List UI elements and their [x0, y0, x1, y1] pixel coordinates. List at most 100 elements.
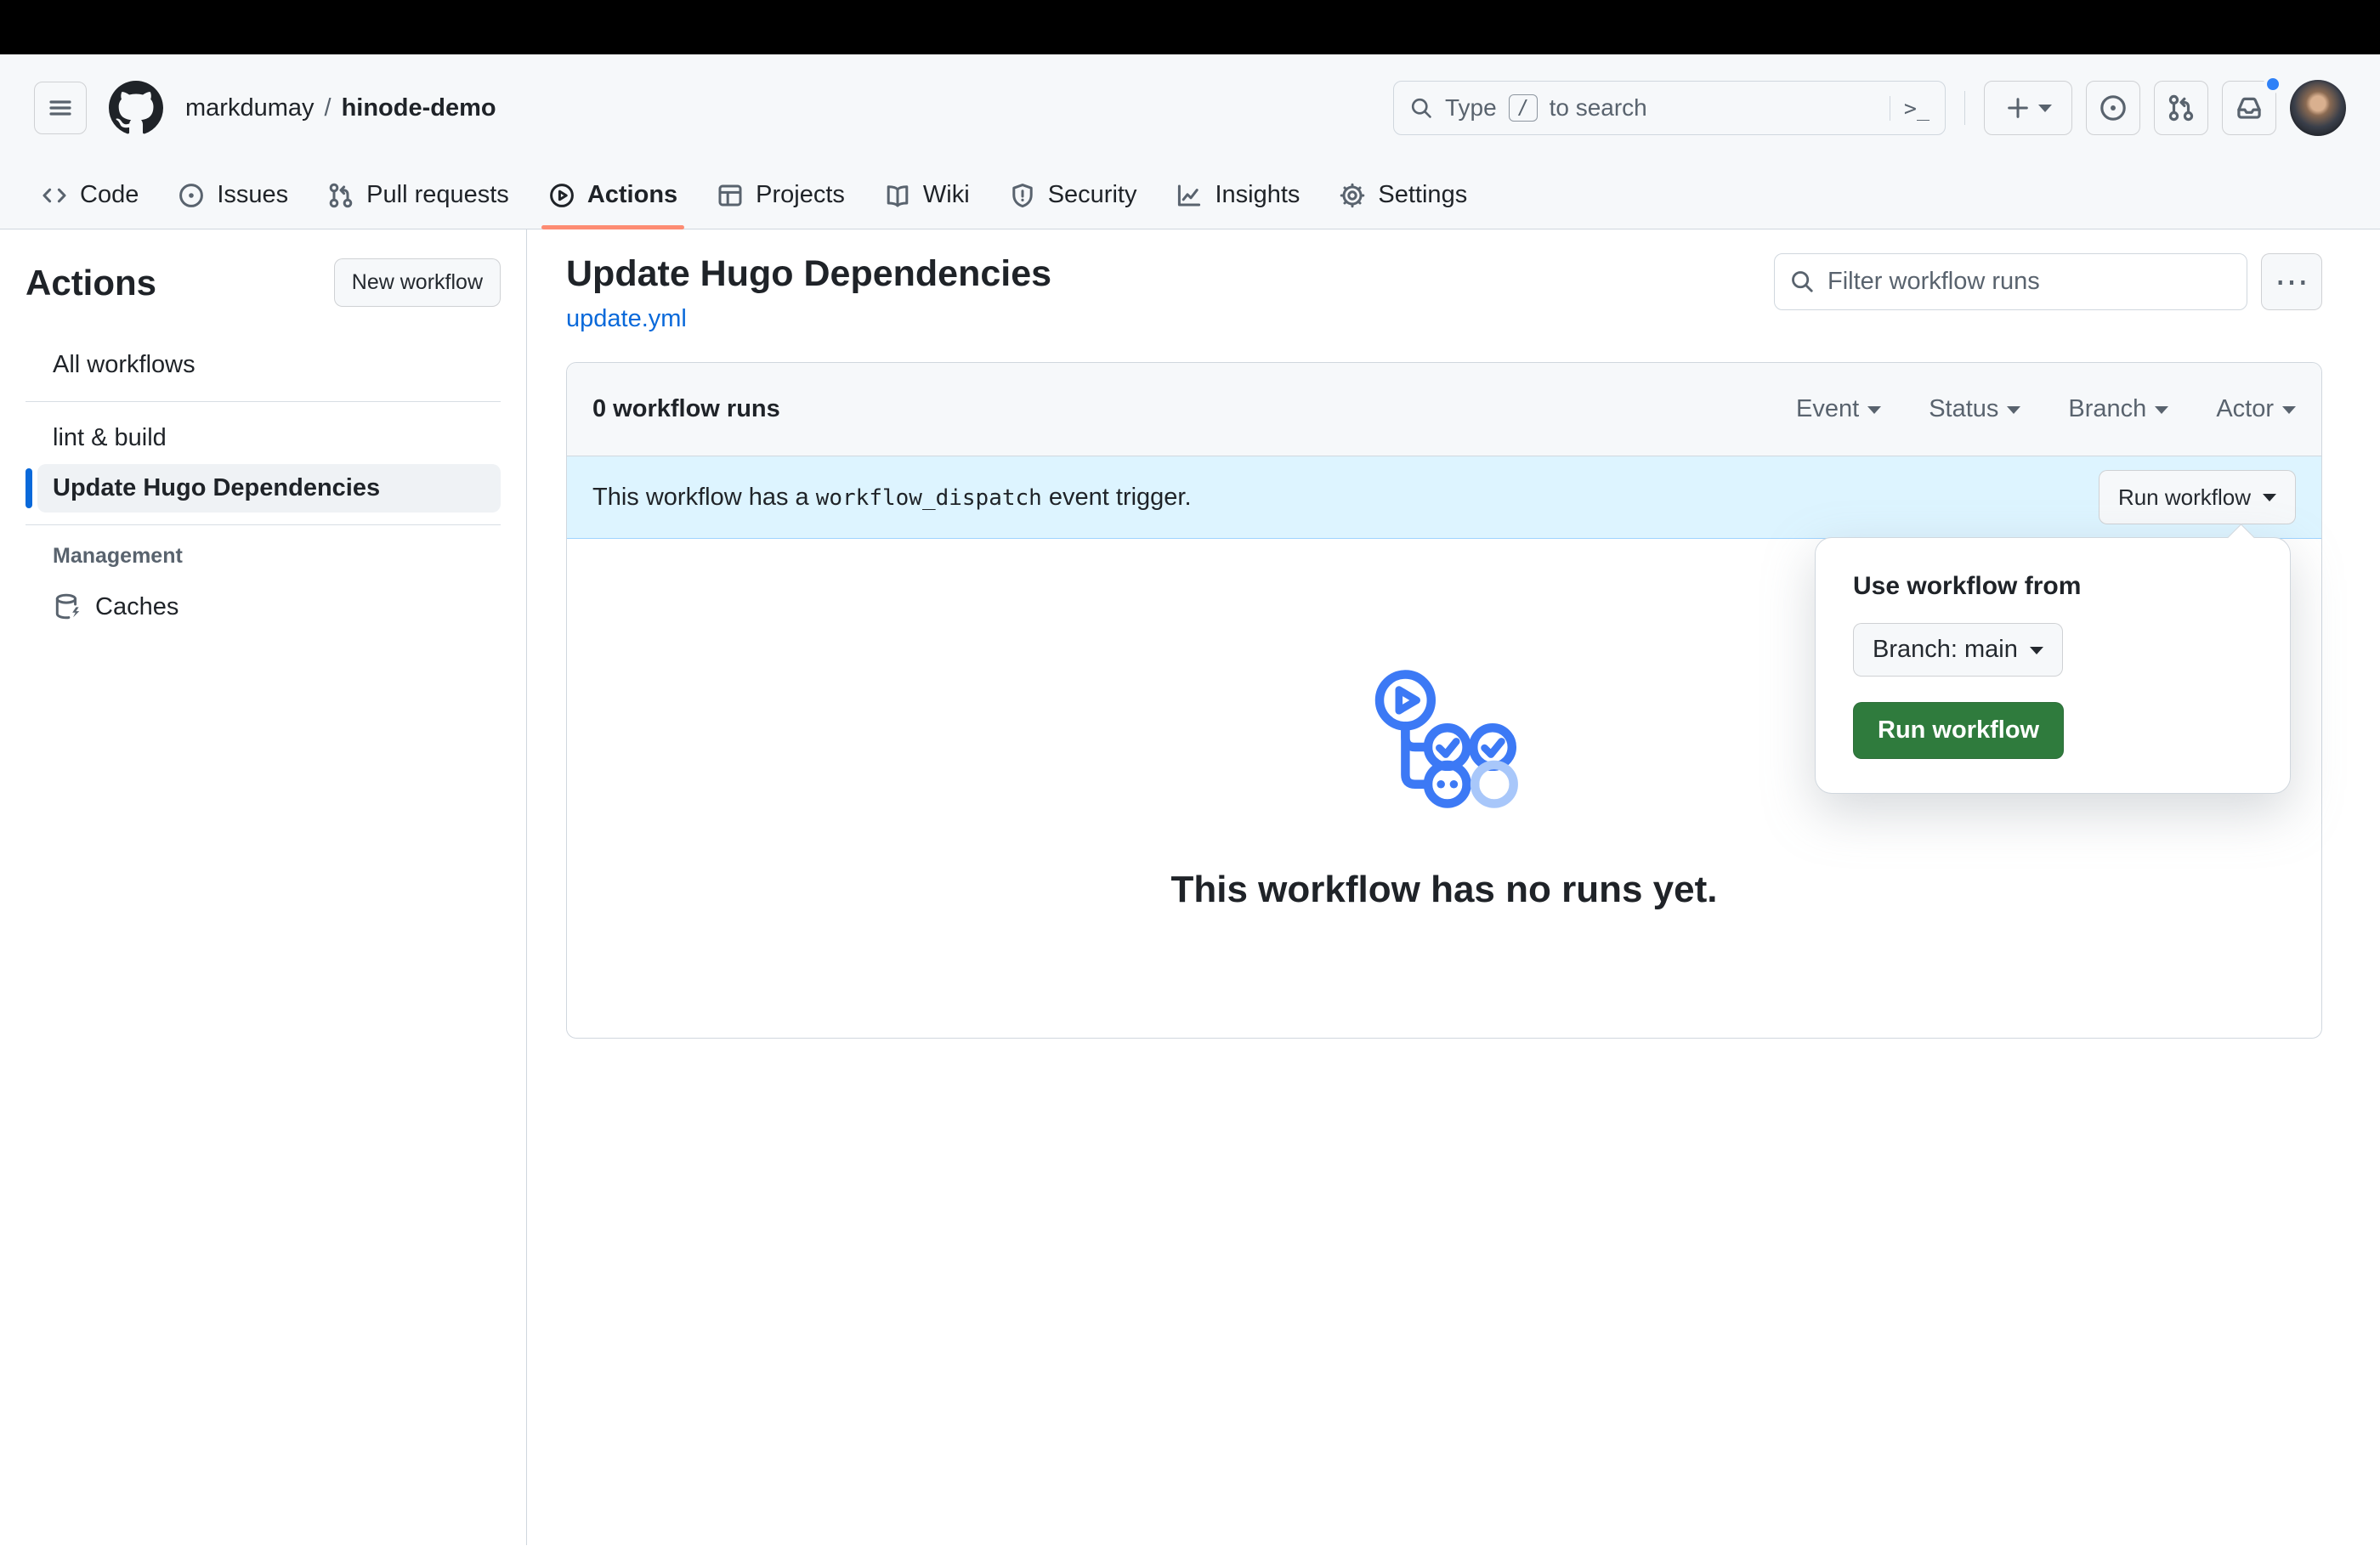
sidebar-item-label: Caches [95, 593, 178, 621]
pull-requests-dashboard-button[interactable] [2154, 81, 2208, 135]
workflow-title-block: Update Hugo Dependencies update.yml [566, 253, 1051, 333]
tab-actions[interactable]: Actions [535, 161, 691, 229]
play-icon [548, 182, 575, 209]
code-icon [41, 182, 68, 209]
tab-label: Code [80, 181, 139, 209]
sidebar-section-management: Management [53, 544, 501, 569]
breadcrumb-repo[interactable]: hinode-demo [342, 94, 496, 122]
run-workflow-dropdown-button[interactable]: Run workflow [2099, 470, 2296, 524]
create-new-button[interactable] [1984, 81, 2072, 135]
tab-label: Settings [1378, 181, 1467, 209]
content-layout: Actions New workflow All workflows lint … [0, 229, 2380, 1545]
sidebar-item-lint-and-build[interactable]: lint & build [37, 414, 501, 462]
runs-filter-dropdowns: Event Status Branch Actor [1796, 395, 2296, 423]
tab-label: Actions [587, 181, 677, 209]
hamburger-menu-button[interactable] [34, 82, 87, 134]
filter-label: Branch [2068, 395, 2146, 423]
banner-text-before: This workflow has a [592, 484, 809, 511]
actions-sidebar: Actions New workflow All workflows lint … [0, 229, 527, 1545]
tab-label: Security [1048, 181, 1137, 209]
shield-icon [1009, 182, 1036, 209]
issue-opened-icon [178, 182, 205, 209]
header-left: markdumay / hinode-demo [34, 81, 496, 135]
filter-label: Actor [2216, 395, 2274, 423]
tab-insights[interactable]: Insights [1162, 161, 1313, 229]
sidebar-item-caches[interactable]: Caches [37, 582, 501, 631]
breadcrumb-owner[interactable]: markdumay [185, 94, 314, 122]
banner-text-after: event trigger. [1049, 484, 1192, 511]
filter-workflow-runs-input[interactable] [1774, 253, 2247, 310]
breadcrumb-separator: / [325, 94, 332, 122]
tab-settings[interactable]: Settings [1325, 161, 1481, 229]
workflow-header: Update Hugo Dependencies update.yml ⋯ [566, 253, 2322, 333]
tab-pull-requests[interactable]: Pull requests [314, 161, 523, 229]
book-icon [884, 182, 911, 209]
sidebar-header: Actions New workflow [26, 258, 501, 307]
breadcrumb: markdumay / hinode-demo [185, 94, 496, 122]
runs-count: 0 workflow runs [592, 395, 780, 423]
tab-code[interactable]: Code [27, 161, 152, 229]
avatar[interactable] [2290, 80, 2346, 136]
branch-selector-button[interactable]: Branch: main [1853, 623, 2063, 677]
filter-label: Event [1796, 395, 1859, 423]
global-search-input[interactable]: Type / to search >_ [1393, 81, 1946, 135]
tab-label: Insights [1215, 181, 1300, 209]
branch-selector-label: Branch: main [1873, 636, 2018, 664]
actor-filter-dropdown[interactable]: Actor [2216, 395, 2296, 423]
run-workflow-submit-button[interactable]: Run workflow [1853, 702, 2064, 759]
plus-icon [2005, 95, 2031, 121]
issue-opened-icon [2099, 93, 2128, 122]
chevron-down-icon [1867, 406, 1881, 421]
chevron-down-icon [2155, 406, 2168, 421]
command-palette-icon[interactable]: >_ [1890, 96, 1930, 121]
sidebar-item-update-hugo-dependencies[interactable]: Update Hugo Dependencies [37, 464, 501, 513]
inbox-icon [2235, 93, 2264, 122]
branch-filter-dropdown[interactable]: Branch [2068, 395, 2168, 423]
search-icon [1789, 269, 1815, 294]
tab-label: Issues [217, 181, 288, 209]
workflow-file-link[interactable]: update.yml [566, 305, 687, 332]
banner-code: workflow_dispatch [816, 485, 1042, 511]
gear-icon [1339, 182, 1366, 209]
github-logo[interactable] [109, 81, 163, 135]
run-panel-title: Use workflow from [1853, 572, 2252, 601]
tab-wiki[interactable]: Wiki [870, 161, 983, 229]
hamburger-icon [47, 94, 74, 122]
run-workflow-panel: Use workflow from Branch: main Run workf… [1815, 537, 2291, 794]
sidebar-divider [26, 401, 501, 402]
repo-tab-bar: Code Issues Pull requests Actions Projec… [0, 161, 2380, 229]
issues-dashboard-button[interactable] [2086, 81, 2140, 135]
chevron-down-icon [2263, 494, 2276, 508]
workflow-runs-box: 0 workflow runs Event Status Branch [566, 362, 2322, 1039]
filter-container [1774, 253, 2247, 310]
workflow-header-actions: ⋯ [1774, 253, 2322, 310]
status-filter-dropdown[interactable]: Status [1929, 395, 2020, 423]
github-header: markdumay / hinode-demo Type / to search… [0, 54, 2380, 161]
main-content: Update Hugo Dependencies update.yml ⋯ 0 … [527, 229, 2380, 1545]
table-icon [717, 182, 744, 209]
tab-security[interactable]: Security [995, 161, 1151, 229]
workflow-graph-icon [1363, 666, 1525, 813]
top-black-bar [0, 0, 2380, 54]
run-workflow-label: Run workflow [2118, 484, 2251, 511]
header-right: Type / to search >_ [1393, 80, 2346, 136]
search-icon [1409, 96, 1433, 120]
new-workflow-button[interactable]: New workflow [334, 258, 501, 307]
banner-message: This workflow has a workflow_dispatch ev… [592, 484, 1192, 512]
slash-keycap: / [1509, 94, 1538, 122]
search-placeholder-prefix: Type [1445, 94, 1497, 122]
tab-label: Pull requests [366, 181, 509, 209]
chevron-down-icon [2007, 406, 2020, 421]
inbox-button[interactable] [2222, 81, 2276, 135]
tab-issues[interactable]: Issues [164, 161, 302, 229]
tab-label: Projects [756, 181, 845, 209]
event-filter-dropdown[interactable]: Event [1796, 395, 1881, 423]
sidebar-title: Actions [26, 263, 156, 303]
header-divider [1964, 91, 1965, 125]
sidebar-item-all-workflows[interactable]: All workflows [37, 341, 501, 389]
filter-label: Status [1929, 395, 1998, 423]
more-options-button[interactable]: ⋯ [2261, 253, 2322, 310]
page-title: Update Hugo Dependencies [566, 253, 1051, 295]
tab-projects[interactable]: Projects [703, 161, 858, 229]
graph-icon [1176, 182, 1203, 209]
